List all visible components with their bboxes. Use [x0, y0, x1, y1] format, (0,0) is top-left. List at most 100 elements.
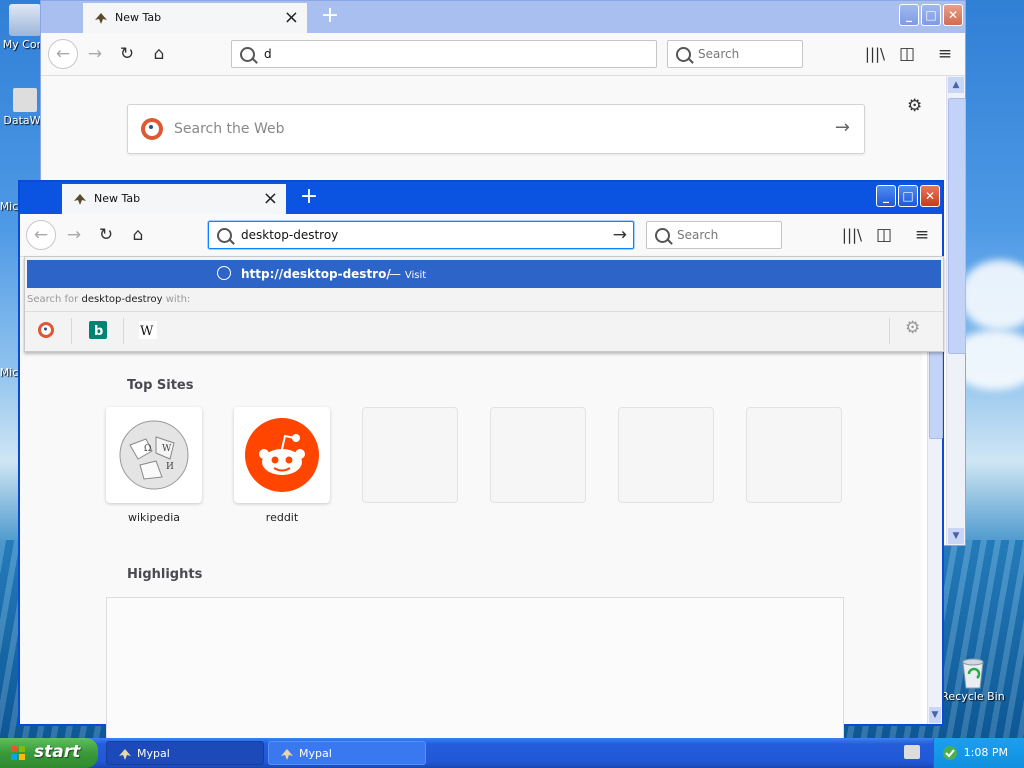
gear-icon[interactable]: ⚙ — [905, 318, 920, 338]
autocomplete-visit-row[interactable]: http://desktop-destro/ — Visit — [27, 260, 941, 288]
top-site-label[interactable]: reddit — [234, 511, 330, 524]
search-engine-bar: b W ⚙ — [25, 311, 943, 350]
window-controls: _ □ ✕ — [876, 185, 940, 207]
library-icon[interactable]: |||\ — [840, 223, 864, 247]
visit-url: http://desktop-destro/ — [241, 267, 391, 281]
reddit-alien-icon — [245, 418, 319, 492]
svg-text:b: b — [94, 324, 103, 339]
clock[interactable]: 1:08 PM — [964, 746, 1008, 759]
reload-icon[interactable]: ↻ — [94, 223, 118, 247]
browser-window-active[interactable]: New Tab × + _ □ ✕ ← → ↻ ⌂ desktop-destro… — [18, 180, 944, 739]
close-window-button[interactable]: ✕ — [920, 185, 940, 207]
scroll-down-icon[interactable]: ▼ — [929, 707, 941, 723]
visit-label: — Visit — [389, 267, 426, 281]
top-sites-heading: Top Sites — [127, 378, 194, 393]
svg-text:И: И — [166, 462, 174, 472]
keyboard-icon[interactable] — [904, 745, 920, 759]
search-bar[interactable]: Search — [646, 221, 782, 249]
top-site-tile-reddit[interactable] — [234, 407, 330, 503]
shortcut-icon — [13, 88, 37, 112]
tab-strip: New Tab × + _ □ ✕ — [20, 182, 942, 214]
go-arrow-icon[interactable]: → — [613, 225, 627, 245]
svg-text:W: W — [140, 324, 154, 339]
sidebar-icon[interactable]: ◫ — [872, 223, 896, 247]
reload-icon[interactable]: ↻ — [115, 42, 139, 66]
arrow-right-icon[interactable]: → — [835, 117, 850, 138]
forward-arrow-icon[interactable]: → — [83, 42, 107, 66]
web-search-placeholder: Search the Web — [174, 121, 285, 137]
new-tab-button[interactable]: + — [296, 184, 322, 212]
tab-new-tab[interactable]: New Tab × — [83, 3, 307, 33]
close-tab-icon[interactable]: × — [263, 188, 278, 209]
home-icon[interactable]: ⌂ — [147, 42, 171, 66]
highlights-panel — [106, 597, 844, 739]
top-site-tile-empty[interactable] — [618, 407, 714, 503]
top-site-tile-empty[interactable] — [362, 407, 458, 503]
minimize-button[interactable]: _ — [899, 4, 919, 26]
url-text[interactable]: desktop-destroy — [241, 228, 338, 242]
new-tab-button[interactable]: + — [317, 3, 343, 31]
menu-icon[interactable]: ≡ — [933, 42, 957, 66]
scroll-down-icon[interactable]: ▼ — [948, 528, 964, 544]
taskbar: start Mypal Mypal 1:08 PM — [0, 738, 1024, 768]
network-icon[interactable] — [942, 745, 958, 761]
sidebar-icon[interactable]: ◫ — [895, 42, 919, 66]
library-icon[interactable]: |||\ — [863, 42, 887, 66]
search-bar[interactable]: Search — [667, 40, 803, 68]
taskbar-item-mypal-2[interactable]: Mypal — [268, 741, 426, 765]
scroll-up-icon[interactable]: ▲ — [948, 77, 964, 93]
visit-separator: — — [389, 267, 405, 281]
desktop-icon-label: Recycle Bin — [941, 690, 1005, 703]
web-search-box[interactable]: Search the Web → — [127, 104, 865, 154]
maximize-button[interactable]: □ — [921, 4, 941, 26]
windows-logo-icon — [11, 746, 25, 760]
url-bar[interactable]: d — [231, 40, 657, 68]
wikipedia-w-icon[interactable]: W — [139, 321, 157, 339]
taskbar-item-mypal-1[interactable]: Mypal — [106, 741, 264, 765]
mypal-favicon-icon — [95, 13, 107, 24]
url-text: d — [264, 47, 272, 61]
menu-icon[interactable]: ≡ — [910, 223, 934, 247]
start-label: start — [34, 742, 81, 762]
forward-arrow-icon[interactable]: → — [62, 223, 86, 247]
duckduckgo-icon[interactable] — [37, 321, 55, 339]
minimize-button[interactable]: _ — [876, 185, 896, 207]
visit-text: Visit — [404, 270, 427, 281]
mypal-app-icon — [281, 749, 293, 760]
top-site-label[interactable]: wikipedia — [106, 511, 202, 524]
vertical-scrollbar[interactable]: ▲ ▼ — [946, 76, 966, 545]
globe-icon — [217, 266, 231, 280]
back-arrow-icon[interactable]: ← — [48, 39, 78, 69]
maximize-button[interactable]: □ — [898, 185, 918, 207]
window-controls: _ □ ✕ — [899, 4, 963, 26]
search-icon — [676, 47, 691, 62]
close-tab-icon[interactable]: × — [284, 7, 299, 28]
url-autocomplete-popup: http://desktop-destro/ — Visit Search fo… — [24, 256, 944, 352]
highlights-heading: Highlights — [127, 567, 203, 582]
desktop-icon-recycle-bin[interactable]: Recycle Bin — [938, 656, 1008, 703]
top-site-tile-empty[interactable] — [490, 407, 586, 503]
svg-text:Ω: Ω — [144, 444, 151, 454]
search-prefix: Search for — [27, 294, 82, 305]
start-button[interactable]: start — [0, 738, 98, 768]
search-icon — [217, 228, 232, 243]
gear-icon[interactable]: ⚙ — [907, 96, 922, 116]
duckduckgo-icon — [141, 118, 163, 140]
svg-text:W: W — [162, 444, 172, 454]
search-with-label: Search for desktop-destroy with: — [27, 294, 190, 305]
back-arrow-icon[interactable]: ← — [26, 220, 56, 250]
bing-icon[interactable]: b — [89, 321, 107, 339]
scroll-thumb[interactable] — [948, 98, 966, 354]
url-bar[interactable]: desktop-destroy → — [208, 221, 634, 249]
close-window-button[interactable]: ✕ — [943, 4, 963, 26]
recycle-bin-icon — [957, 656, 989, 689]
top-site-tile-empty[interactable] — [746, 407, 842, 503]
search-icon — [240, 47, 255, 62]
tab-new-tab[interactable]: New Tab × — [62, 184, 286, 214]
home-icon[interactable]: ⌂ — [126, 223, 150, 247]
wikipedia-globe-icon: Ω W И — [119, 420, 189, 490]
taskbar-item-label: Mypal — [299, 747, 332, 760]
search-term: desktop-destroy — [81, 294, 163, 305]
divider — [889, 318, 890, 344]
top-site-tile-wikipedia[interactable]: Ω W И — [106, 407, 202, 503]
